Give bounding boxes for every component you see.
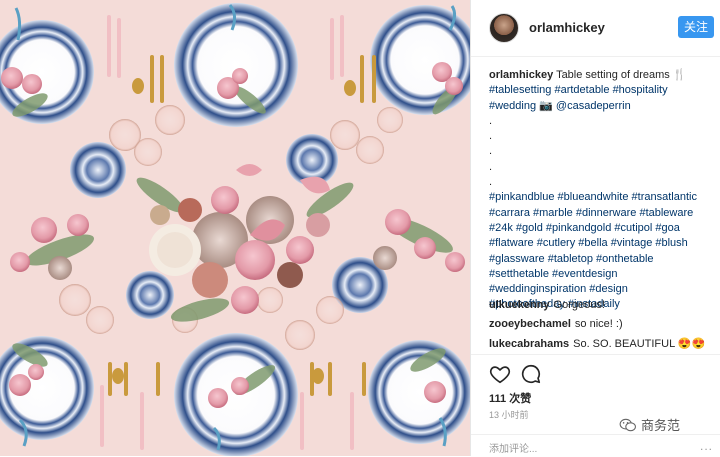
caption-dot: . [489,145,493,158]
caption: orlamhickey Table setting of dreams 🍴 #t… [489,68,715,313]
hashtag[interactable]: #cutipol [614,222,652,234]
avatar[interactable] [489,13,519,43]
hashtag[interactable]: #onthetable [596,253,654,265]
hashtag[interactable]: #blueandwhite [558,191,629,203]
watermark-text: 商务范 [641,418,681,433]
hashtag[interactable]: #goa [655,222,679,234]
comment-username[interactable]: ulkuekenny [489,299,550,311]
hashtag[interactable]: #eventdesign [552,268,617,280]
mention-link[interactable]: @casadeperrin [556,100,631,112]
follow-button[interactable]: 关注 [678,16,714,38]
comment-text: so nice! :) [574,318,623,330]
hashtag[interactable]: #design [589,283,628,295]
hashtag[interactable]: #cutlery [537,237,576,249]
camera-icon: 📷 [539,99,553,112]
hashtag[interactable]: #24k [489,222,513,234]
hashtag[interactable]: #tableware [639,207,693,219]
comment: ulkuekenny Gorgeous! [489,299,605,311]
comment-username[interactable]: zooeybechamel [489,318,571,330]
hashtag[interactable]: #dinnerware [576,207,637,219]
hashtag[interactable]: #artdetable [554,84,609,96]
more-options-button[interactable]: ... [700,439,713,453]
likes-count[interactable]: 111 次赞 [489,390,531,406]
post-photo[interactable] [0,0,470,456]
hashtag[interactable]: #wedding [489,100,536,112]
hashtag[interactable]: #carrara [489,207,530,219]
post-timestamp: 13 小时前 [489,410,529,420]
hashtag[interactable]: #bella [578,237,607,249]
hashtag[interactable]: #flatware [489,237,534,249]
hashtag[interactable]: #transatlantic [632,191,697,203]
wechat-icon [619,418,636,432]
comment-bubble-icon[interactable] [520,363,542,385]
comment: zooeybechamel so nice! :) [489,318,623,330]
post-header: orlamhickey 关注 [471,0,720,57]
comment-text: Gorgeous! [553,299,605,311]
hashtag[interactable]: #glassware [489,253,545,265]
hashtag[interactable]: #pinkandgold [546,222,611,234]
hashtag[interactable]: #setthetable [489,268,549,280]
post-actions: 111 次赞 13 小时前 商务范 添加评论... ... [471,354,720,457]
table-setting-image [0,0,470,456]
caption-username[interactable]: orlamhickey [489,69,553,81]
post-sidebar: orlamhickey 关注 orlamhickey Table setting… [470,0,720,456]
heart-icon[interactable] [489,363,511,385]
hashtag[interactable]: #tablesetting [489,84,551,96]
hashtag[interactable]: #tabletop [548,253,593,265]
caption-dot: . [489,130,493,143]
hashtag[interactable]: #blush [655,237,687,249]
caption-dot: . [489,114,493,127]
hashtag[interactable]: #vintage [611,237,653,249]
add-comment-input[interactable]: 添加评论... [489,440,537,455]
caption-dot: . [489,160,493,173]
post-username[interactable]: orlamhickey [529,20,605,35]
hashtag[interactable]: #hospitality [613,84,668,96]
watermark: 商务范 [619,415,680,434]
caption-text: Table setting of dreams 🍴 [556,69,687,81]
hashtag[interactable]: #gold [516,222,543,234]
hashtag[interactable]: #weddinginspiration [489,283,586,295]
hashtag[interactable]: #marble [533,207,573,219]
comment-text: So. SO. BEAUTIFUL 😍😍 [573,338,706,350]
add-comment-bar: 添加评论... [471,434,720,455]
hashtag[interactable]: #pinkandblue [489,191,554,203]
comment-username[interactable]: lukecabrahams [489,338,569,350]
caption-dot: . [489,176,493,189]
comment: lukecabrahams So. SO. BEAUTIFUL 😍😍 [489,337,705,350]
